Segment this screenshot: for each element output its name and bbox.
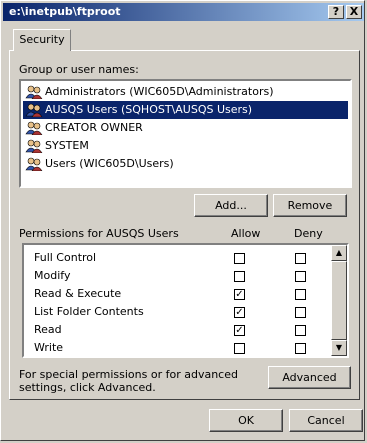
group-list-item[interactable]: CREATOR OWNER (23, 119, 348, 137)
permission-name: List Folder Contents (34, 305, 144, 318)
users-icon (25, 139, 43, 154)
group-list-item[interactable]: Users (WIC605D\Users) (23, 155, 348, 173)
advanced-button[interactable]: Advanced (268, 366, 351, 389)
group-list-item[interactable]: AUSQS Users (SQHOST\AUSQS Users) (23, 101, 348, 119)
ok-button[interactable]: OK (209, 409, 283, 432)
group-list-item[interactable]: Administrators (WIC605D\Administrators) (23, 83, 348, 101)
cancel-button[interactable]: Cancel (289, 409, 363, 432)
permission-name: Read & Execute (34, 287, 122, 300)
help-button[interactable]: ? (328, 5, 344, 19)
allow-checkbox[interactable] (234, 253, 245, 264)
title-bar[interactable]: e:\inetpub\ftproot ? X (3, 3, 364, 21)
deny-checkbox[interactable] (295, 307, 306, 318)
permission-name: Write (34, 341, 64, 354)
allow-checkbox[interactable]: ✓ (234, 325, 245, 336)
deny-checkbox[interactable] (295, 289, 306, 300)
permission-name: Read (34, 323, 62, 336)
scroll-thumb[interactable] (331, 261, 347, 340)
users-icon (25, 85, 43, 100)
security-panel: Group or user names: Administrators (WIC… (9, 50, 360, 400)
allow-checkbox[interactable] (234, 271, 245, 282)
deny-checkbox[interactable] (295, 271, 306, 282)
group-item-label: Users (WIC605D\Users) (45, 157, 174, 170)
group-item-label: AUSQS Users (SQHOST\AUSQS Users) (45, 103, 253, 116)
group-listbox[interactable]: Administrators (WIC605D\Administrators) A… (19, 79, 352, 188)
users-icon (25, 103, 43, 118)
remove-button[interactable]: Remove (273, 194, 347, 217)
allow-checkbox[interactable]: ✓ (234, 289, 245, 300)
allow-header: Allow (231, 227, 261, 240)
allow-checkbox[interactable] (234, 343, 245, 354)
users-icon (25, 121, 43, 136)
deny-header: Deny (294, 227, 323, 240)
permissions-label: Permissions for AUSQS Users (19, 227, 179, 240)
deny-checkbox[interactable] (295, 343, 306, 354)
group-item-label: CREATOR OWNER (45, 121, 143, 134)
tab-security[interactable]: Security (13, 29, 71, 51)
deny-checkbox[interactable] (295, 325, 306, 336)
scroll-up-icon[interactable]: ▲ (331, 245, 347, 261)
add-button[interactable]: Add... (194, 194, 268, 217)
close-button[interactable]: X (346, 5, 362, 19)
users-icon (25, 157, 43, 172)
group-item-label: SYSTEM (45, 139, 89, 152)
permission-name: Full Control (34, 251, 97, 264)
window-title: e:\inetpub\ftproot (9, 5, 121, 18)
deny-checkbox[interactable] (295, 253, 306, 264)
group-list-item[interactable]: SYSTEM (23, 137, 348, 155)
group-label: Group or user names: (19, 63, 139, 76)
advanced-note: For special permissions or for advanced … (19, 368, 238, 394)
permissions-listbox[interactable]: Full Control Modify Read & Execute ✓ List Fo… (22, 243, 349, 358)
permissions-scrollbar[interactable]: ▲ ▼ (331, 245, 347, 356)
scroll-down-icon[interactable]: ▼ (331, 340, 347, 356)
properties-window: e:\inetpub\ftproot ? X Security Group or… (0, 0, 365, 441)
group-item-label: Administrators (WIC605D\Administrators) (45, 85, 274, 98)
allow-checkbox[interactable]: ✓ (234, 307, 245, 318)
permission-name: Modify (34, 269, 71, 282)
